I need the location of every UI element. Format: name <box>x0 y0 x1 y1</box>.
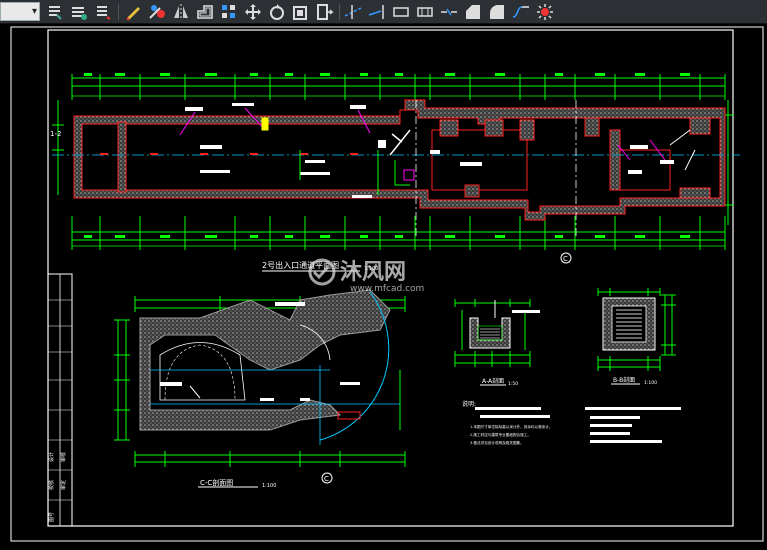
note-line-3: 3.做法详见设计说明及相关图集。 <box>470 440 524 445</box>
dimension-style-icon[interactable] <box>69 2 89 22</box>
title-block-row-0: 设计 <box>48 452 55 462</box>
title-block-row-3: 审定 <box>60 480 67 490</box>
array-icon[interactable] <box>219 2 239 22</box>
section-c-title: C-C剖面图 <box>200 478 233 487</box>
note-line-1: 1.本图尺寸单位除标高以米计外，其余均以毫米计。 <box>470 424 553 429</box>
scale-icon[interactable] <box>291 2 311 22</box>
stretch-icon[interactable] <box>315 2 335 22</box>
pencil-icon[interactable] <box>123 2 143 22</box>
explode-icon[interactable] <box>535 2 555 22</box>
section-a-title: A-A剖面 <box>482 377 504 385</box>
section-c-view: C C-C剖面图 1:100 <box>114 289 406 489</box>
title-block-row-4: 图号 <box>49 512 55 522</box>
notes-title: 说明: <box>462 400 476 408</box>
title-block-row-1: 校核 <box>48 480 55 490</box>
section-a-scale: 1:50 <box>508 381 518 387</box>
watermark-brand: 沐风网 <box>340 260 406 285</box>
section-b-view: B-B剖面 1:100 <box>597 288 676 386</box>
notes-block: 说明: 1.本图尺寸单位除标高以米计外，其余均以毫米计。 2.施工时应与建筑专业… <box>462 400 681 445</box>
chamfer-icon[interactable] <box>463 2 483 22</box>
label-1-2: 1-2 <box>50 130 61 138</box>
join-icon[interactable] <box>415 2 435 22</box>
blend-icon[interactable] <box>511 2 531 22</box>
modify-toolbar: ▾ <box>0 0 767 24</box>
note-line-2: 2.施工时应与建筑专业图纸配合施工。 <box>470 432 531 437</box>
title-block: 设计 校核 审核 审定 图号 <box>47 273 73 527</box>
watermark-url: www.mfcad.com <box>350 284 424 294</box>
section-a-view: A-A剖面 1:50 <box>454 299 540 387</box>
drawing-canvas[interactable]: 设计 校核 审核 审定 图号 1-2 C 2号出入口通道平面图 1:100 C … <box>0 24 767 546</box>
layer-dropdown[interactable]: ▾ <box>0 2 40 21</box>
text-style-icon[interactable] <box>45 2 65 22</box>
axis-marker-c-plan-label: C <box>563 255 568 263</box>
section-b-scale: 1:100 <box>644 380 657 386</box>
mirror-icon[interactable] <box>171 2 191 22</box>
move-icon[interactable] <box>243 2 263 22</box>
break-icon[interactable] <box>391 2 411 22</box>
trim-icon[interactable] <box>343 2 363 22</box>
rotate-icon[interactable] <box>267 2 287 22</box>
match-properties-icon[interactable] <box>147 2 167 22</box>
offset-icon[interactable] <box>195 2 215 22</box>
axis-marker-c-section-label: C <box>324 475 329 483</box>
multileader-style-icon[interactable] <box>93 2 113 22</box>
section-b-title: B-B剖面 <box>613 376 635 384</box>
plan-view: 1-2 C 2号出入口通道平面图 1:100 <box>50 73 740 272</box>
title-block-row-2: 审核 <box>60 452 67 462</box>
break-at-point-icon[interactable] <box>439 2 459 22</box>
fillet-icon[interactable] <box>487 2 507 22</box>
section-c-scale: 1:100 <box>262 483 276 489</box>
chevron-down-icon: ▾ <box>31 6 37 17</box>
extend-icon[interactable] <box>367 2 387 22</box>
